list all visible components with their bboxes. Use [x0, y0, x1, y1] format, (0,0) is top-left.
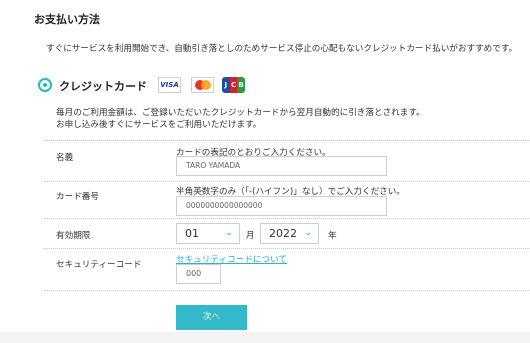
divider — [44, 290, 530, 291]
lead-text: すぐにサービスを利用開始でき、自動引き落としのためサービス停止の心配もないクレジ… — [46, 44, 518, 54]
expiry-year-select[interactable]: 2022 ⌄ — [260, 223, 319, 244]
billing-note: 毎月のご利用金額は、ご登録いただいたクレジットカードから翌月自動的に引き落とされ… — [56, 108, 425, 118]
section-title: お支払い方法 — [34, 13, 100, 26]
security-code-label: セキュリティーコード — [56, 260, 142, 270]
expiry-year-value: 2022 — [269, 227, 297, 240]
start-note: お申し込み後すぐにサービスをご利用いただけます。 — [56, 120, 262, 130]
expiry-label: 有効期限 — [56, 231, 91, 241]
jcb-icon: JCB — [222, 77, 246, 93]
expiry-month-select[interactable]: 01 ⌄ — [176, 223, 240, 244]
divider — [44, 218, 530, 219]
divider — [44, 248, 530, 249]
name-label: 名義 — [56, 153, 74, 163]
name-input[interactable]: TARO YAMADA — [176, 156, 387, 176]
divider — [44, 181, 530, 182]
year-unit: 年 — [328, 231, 337, 241]
divider — [44, 140, 530, 141]
next-button[interactable]: 次へ — [176, 305, 247, 330]
visa-icon: VISA — [158, 77, 181, 93]
security-code-input[interactable]: 000 — [176, 264, 221, 284]
footer-band — [0, 332, 530, 343]
credit-card-label[interactable]: クレジットカード — [59, 78, 147, 94]
credit-card-radio[interactable] — [38, 78, 52, 92]
chevron-down-icon: ⌄ — [304, 228, 312, 238]
card-number-label: カード番号 — [56, 192, 99, 202]
radio-selected-dot — [43, 83, 47, 87]
month-unit: 月 — [246, 231, 255, 241]
card-number-input[interactable]: 0000000000000000 — [176, 196, 387, 216]
expiry-month-value: 01 — [185, 227, 199, 240]
chevron-down-icon: ⌄ — [225, 228, 233, 238]
visa-logo-text: VISA — [160, 81, 179, 89]
mastercard-icon — [191, 77, 214, 93]
